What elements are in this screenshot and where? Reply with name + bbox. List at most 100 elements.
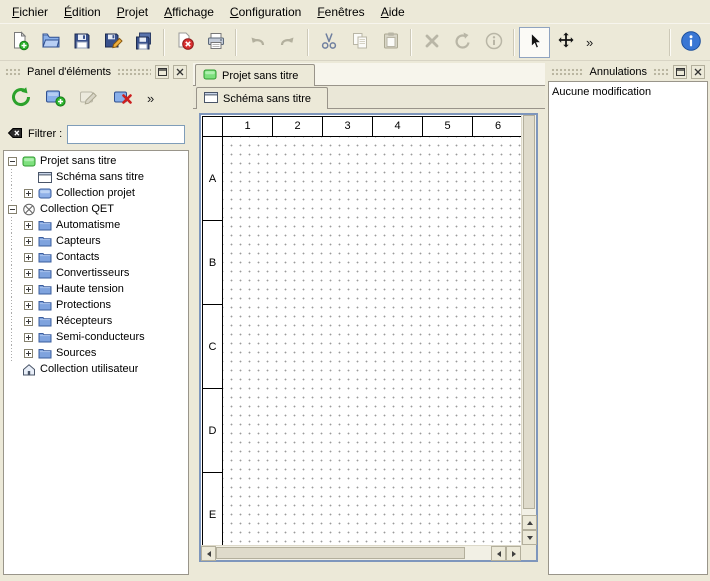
- undo-button[interactable]: [241, 27, 272, 58]
- undo-history-item[interactable]: Aucune modification: [552, 84, 704, 100]
- expand-expander-icon[interactable]: [24, 237, 33, 246]
- rotate-button[interactable]: [447, 27, 478, 58]
- reload-collections-button[interactable]: [6, 83, 36, 113]
- panel-overflow-button[interactable]: [142, 83, 159, 113]
- tree-item-category[interactable]: Sources: [4, 345, 188, 361]
- tree-item-collection-projet[interactable]: Collection projet: [4, 185, 188, 201]
- project-content: Schéma sans titre 1 2 3: [193, 86, 545, 575]
- undo-panel-titlebar[interactable]: Annulations: [548, 63, 708, 80]
- tree-item-category[interactable]: Protections: [4, 297, 188, 313]
- collapse-expander-icon[interactable]: [8, 157, 17, 166]
- expand-expander-icon[interactable]: [24, 253, 33, 262]
- vertical-scrollbar[interactable]: [521, 115, 536, 545]
- dock-grip: [5, 68, 21, 76]
- tree-item-collection-qet[interactable]: Collection QET: [4, 201, 188, 217]
- scroll-up-button[interactable]: [522, 515, 537, 530]
- menu-fenetres[interactable]: Fenêtres: [309, 2, 372, 22]
- elements-panel-title: Panel d'éléments: [25, 66, 113, 78]
- elements-panel: Panel d'éléments Filtrer :: [2, 63, 190, 575]
- collapse-expander-icon[interactable]: [8, 205, 17, 214]
- tree-item-category[interactable]: Haute tension: [4, 281, 188, 297]
- delete-button[interactable]: [416, 27, 447, 58]
- close-panel-button[interactable]: [173, 65, 187, 79]
- undo-history-list[interactable]: Aucune modification: [548, 81, 708, 575]
- column-header: 1: [223, 117, 273, 136]
- save-button[interactable]: [66, 27, 97, 58]
- vertical-scrollbar-thumb[interactable]: [523, 115, 535, 509]
- expand-expander-icon[interactable]: [24, 333, 33, 342]
- save-all-button[interactable]: [128, 27, 159, 58]
- menu-aide[interactable]: Aide: [373, 2, 413, 22]
- column-header: 2: [273, 117, 323, 136]
- expand-expander-icon[interactable]: [24, 221, 33, 230]
- filter-input[interactable]: [67, 125, 185, 144]
- expand-expander-icon[interactable]: [24, 317, 33, 326]
- scroll-left-button[interactable]: [201, 546, 216, 561]
- expand-expander-icon[interactable]: [24, 349, 33, 358]
- horizontal-scrollbar-track[interactable]: [465, 546, 491, 560]
- paste-button[interactable]: [375, 27, 406, 58]
- tree-item-category[interactable]: Capteurs: [4, 233, 188, 249]
- selection-mode-button[interactable]: [519, 27, 550, 58]
- diagram-canvas[interactable]: [223, 137, 521, 545]
- menu-projet[interactable]: Projet: [109, 2, 156, 22]
- toolbar-separator: [513, 29, 515, 56]
- menu-affichage[interactable]: Affichage: [156, 2, 222, 22]
- tree-item-schema[interactable]: Schéma sans titre: [4, 169, 188, 185]
- toolbar-overflow-button[interactable]: [581, 27, 598, 57]
- new-document-button[interactable]: [4, 27, 35, 58]
- delete-element-button[interactable]: [108, 83, 138, 113]
- menu-configuration[interactable]: Configuration: [222, 2, 309, 22]
- expand-expander-icon[interactable]: [24, 301, 33, 310]
- menu-fichier[interactable]: Fichier: [4, 2, 56, 22]
- cut-button[interactable]: [313, 27, 344, 58]
- open-folder-icon: [41, 31, 61, 54]
- scroll-left-button[interactable]: [491, 546, 506, 561]
- expand-expander-icon[interactable]: [24, 285, 33, 294]
- print-button[interactable]: [200, 27, 231, 58]
- tree-item-category[interactable]: Récepteurs: [4, 313, 188, 329]
- save-as-button[interactable]: [97, 27, 128, 58]
- tree-item-category[interactable]: Convertisseurs: [4, 265, 188, 281]
- elements-panel-titlebar[interactable]: Panel d'éléments: [2, 63, 190, 80]
- edit-element-button[interactable]: [74, 83, 104, 113]
- schema-tab[interactable]: Schéma sans titre: [196, 87, 328, 109]
- tree-item-category[interactable]: Semi-conducteurs: [4, 329, 188, 345]
- project-tab[interactable]: Projet sans titre: [195, 64, 315, 86]
- row-header: C: [203, 305, 223, 389]
- copy-button[interactable]: [344, 27, 375, 58]
- menu-edition[interactable]: Édition: [56, 2, 109, 22]
- float-panel-button[interactable]: [155, 65, 169, 79]
- information-button[interactable]: [478, 27, 509, 58]
- new-element-button[interactable]: [40, 83, 70, 113]
- tree-item-user-collection[interactable]: Collection utilisateur: [4, 361, 188, 377]
- tree-item-label: Récepteurs: [56, 315, 112, 327]
- float-panel-button[interactable]: [673, 65, 687, 79]
- tree-item-project[interactable]: Projet sans titre: [4, 153, 188, 169]
- expand-expander-icon[interactable]: [24, 189, 33, 198]
- horizontal-scrollbar[interactable]: [201, 545, 521, 560]
- project-tabbar: Projet sans titre: [193, 63, 545, 86]
- move-mode-button[interactable]: [550, 27, 581, 58]
- expand-expander-icon[interactable]: [24, 269, 33, 278]
- diagram-sheet[interactable]: 1 2 3 4 5 6 A B: [201, 115, 521, 545]
- dock-grip: [653, 68, 669, 76]
- redo-button[interactable]: [272, 27, 303, 58]
- save-icon: [72, 31, 92, 54]
- close-file-button[interactable]: [169, 27, 200, 58]
- project-collection-icon: [37, 186, 53, 200]
- scroll-right-button[interactable]: [506, 546, 521, 561]
- close-panel-button[interactable]: [691, 65, 705, 79]
- horizontal-scrollbar-thumb[interactable]: [216, 547, 465, 559]
- schema-tab-label: Schéma sans titre: [223, 93, 311, 105]
- new-element-icon: [44, 86, 66, 111]
- tree-item-category[interactable]: Automatisme: [4, 217, 188, 233]
- clear-filter-icon[interactable]: [7, 125, 23, 144]
- tree-item-category[interactable]: Contacts: [4, 249, 188, 265]
- about-button[interactable]: [675, 27, 706, 58]
- save-all-icon: [134, 31, 154, 54]
- arrow-right-icon: [512, 551, 516, 557]
- scroll-down-button[interactable]: [522, 530, 537, 545]
- open-button[interactable]: [35, 27, 66, 58]
- elements-tree[interactable]: Projet sans titre Schéma sans titre Coll…: [3, 150, 189, 575]
